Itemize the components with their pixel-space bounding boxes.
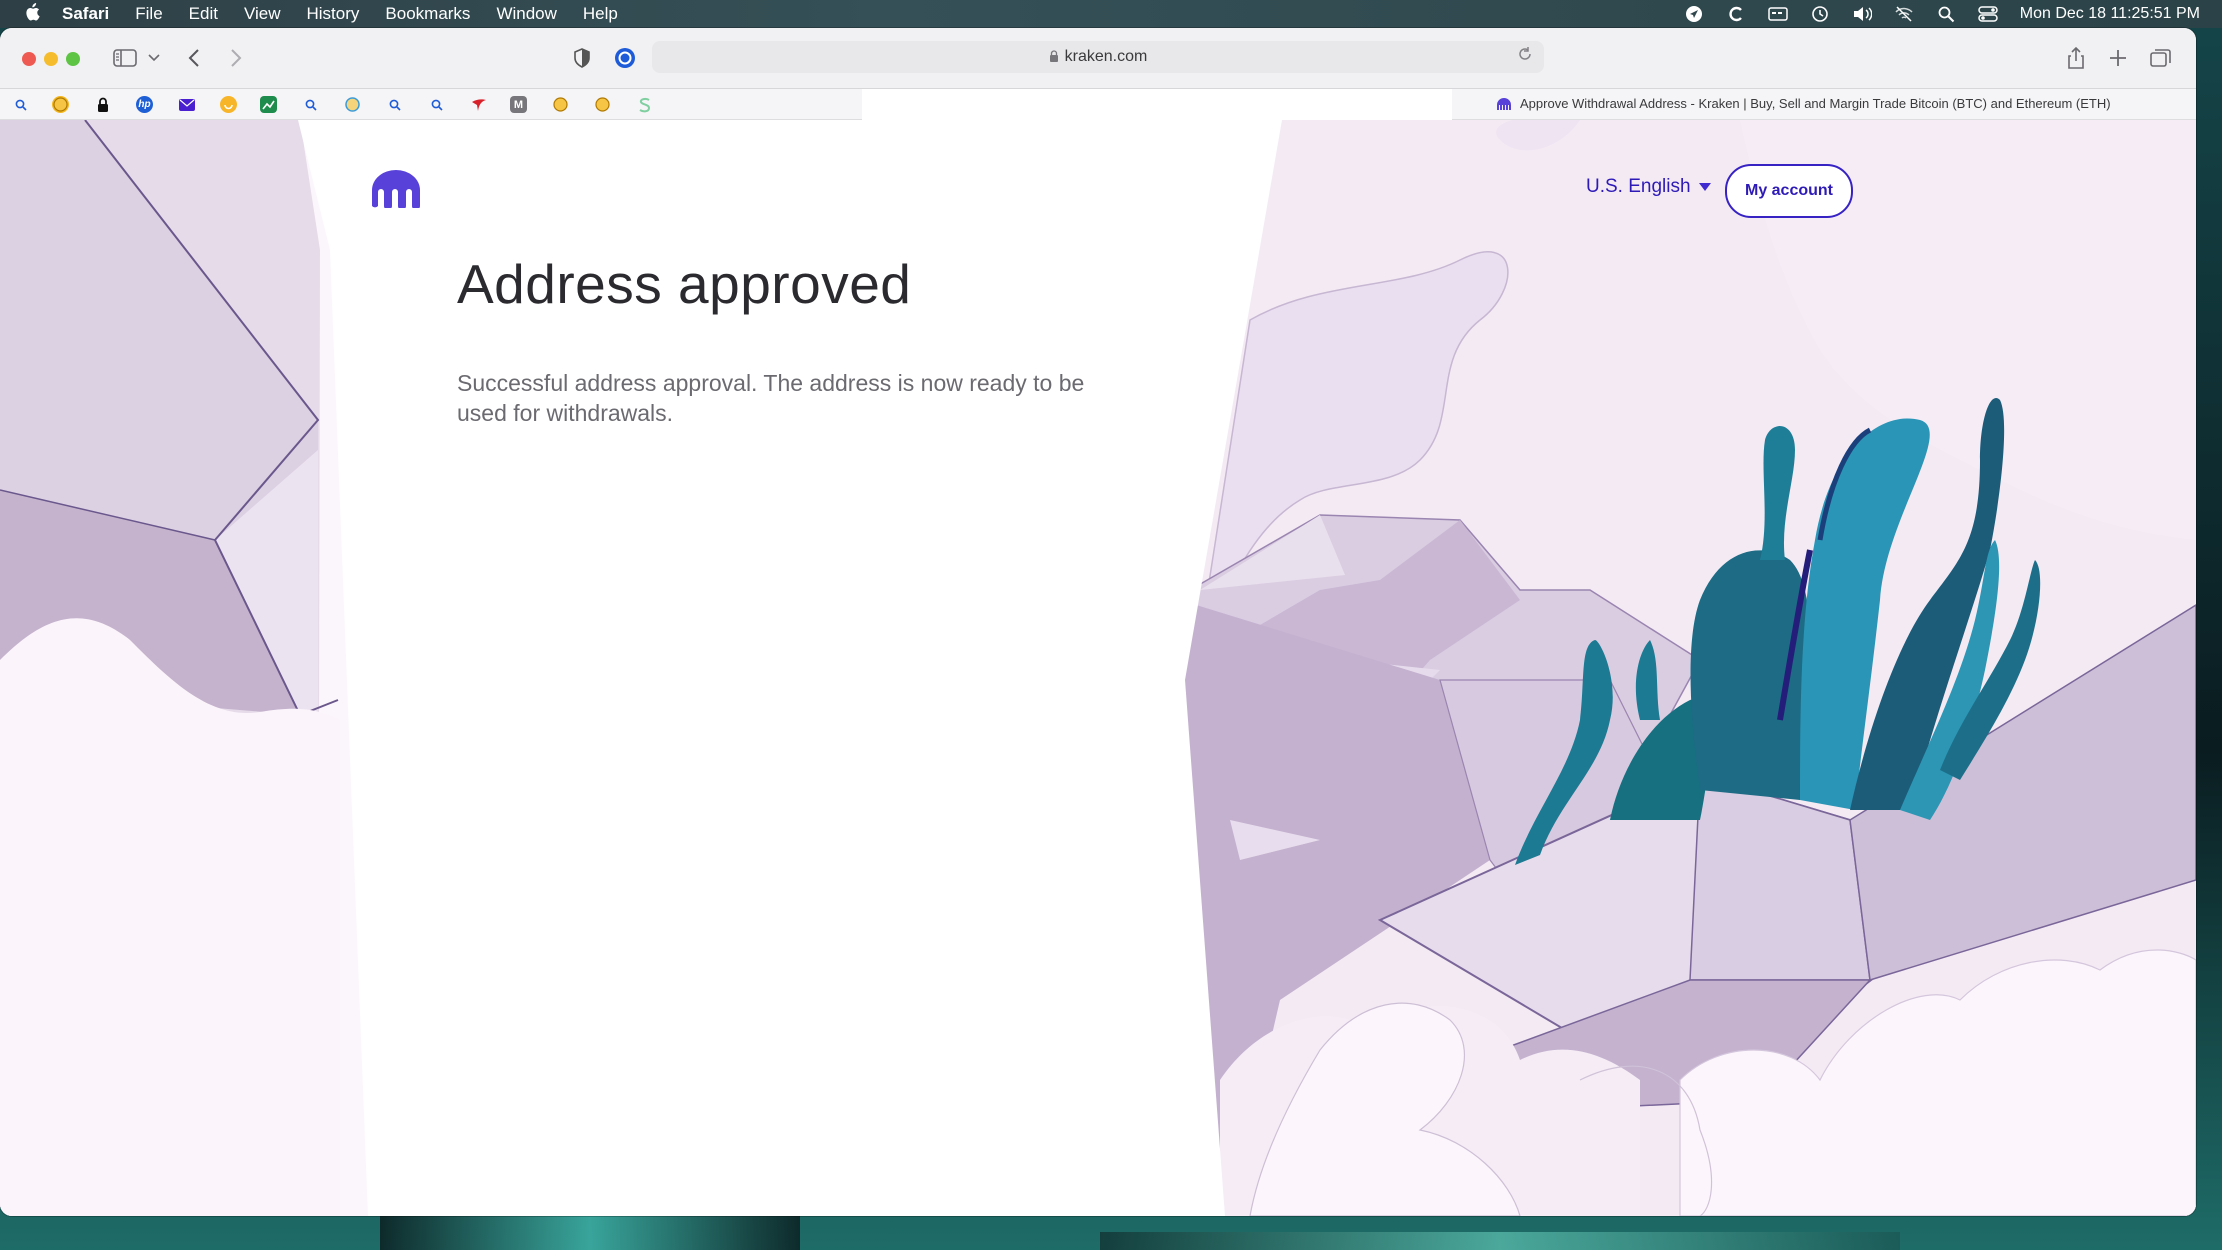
close-window-button[interactable] [22,52,36,66]
zoom-window-button[interactable] [66,52,80,66]
wifi-off-icon[interactable] [1894,5,1914,23]
menu-app-name[interactable]: Safari [62,4,109,24]
search-icon[interactable] [428,96,445,113]
kraken-page: U.S. English My account Address approved… [0,120,2196,1216]
approval-message: Successful address approval. The address… [457,370,1085,426]
lock-icon [1049,49,1059,65]
kraken-favicon [1496,97,1512,111]
safari-window: kraken.com hp M Approve Withdrawal Addre… [0,28,2196,1216]
location-icon[interactable] [1684,5,1704,23]
reload-icon[interactable] [1518,47,1532,65]
coin-icon[interactable] [52,96,69,113]
volume-icon[interactable] [1852,5,1872,23]
control-center-icon[interactable] [1978,5,1998,23]
forward-button[interactable] [226,44,246,72]
hp-icon[interactable]: hp [136,96,153,113]
my-account-button[interactable]: My account [1725,164,1853,218]
menu-clock[interactable]: Mon Dec 18 11:25:51 PM [2020,5,2200,23]
language-label: U.S. English [1586,176,1691,197]
search-icon[interactable] [302,96,319,113]
dock-glow [380,1215,800,1250]
back-button[interactable] [184,44,204,72]
menu-help[interactable]: Help [583,4,618,24]
active-tab[interactable]: Approve Withdrawal Address - Kraken | Bu… [1496,96,2111,111]
minimize-window-button[interactable] [44,52,58,66]
swoosh-icon[interactable] [470,96,487,113]
spotlight-search-icon[interactable] [1936,5,1956,23]
language-selector[interactable]: U.S. English [1586,176,1711,198]
kraken-logo[interactable] [372,170,420,213]
content-panel [298,120,1282,1216]
sidebar-toggle-icon[interactable] [112,44,138,72]
c-app-icon[interactable] [1726,5,1746,23]
privacy-shield-icon[interactable] [570,44,594,72]
m-bookmark-icon[interactable]: M [510,96,527,113]
search-icon[interactable] [12,96,29,113]
lock-bookmark-icon[interactable] [94,96,111,113]
favorites-bar: hp M Approve Withdrawal Address - Kraken… [0,89,2196,133]
desktop-glow [1100,1232,1900,1250]
menu-file[interactable]: File [135,4,162,24]
smiley-icon[interactable] [220,96,237,113]
share-icon[interactable] [2064,44,2088,72]
extension-icon[interactable] [612,44,638,72]
page-title: Address approved [457,253,912,315]
browser-toolbar: kraken.com [0,28,2196,89]
mail-icon[interactable] [178,96,195,113]
menu-bookmarks[interactable]: Bookmarks [385,4,470,24]
tab-title: Approve Withdrawal Address - Kraken | Bu… [1520,96,2111,111]
coin-icon[interactable] [594,96,611,113]
search-icon[interactable] [386,96,403,113]
tab-overview-icon[interactable] [2148,44,2174,72]
s-bookmark-icon[interactable] [636,96,653,113]
apple-icon[interactable] [22,2,42,26]
menu-window[interactable]: Window [496,4,556,24]
new-tab-icon[interactable] [2106,44,2130,72]
chevron-down-icon[interactable] [146,44,162,72]
menu-edit[interactable]: Edit [189,4,218,24]
time-machine-icon[interactable] [1810,5,1830,23]
coin-icon[interactable] [552,96,569,113]
menu-bar: Safari File Edit View History Bookmarks … [0,0,2222,28]
url-text: kraken.com [1064,48,1148,65]
address-bar[interactable]: kraken.com [652,41,1544,73]
caret-down-icon [1698,183,1711,191]
calendar-icon[interactable] [1768,5,1788,23]
menu-view[interactable]: View [244,4,281,24]
menu-history[interactable]: History [307,4,360,24]
gear-coin-icon[interactable] [344,96,361,113]
chart-bookmark-icon[interactable] [260,96,277,113]
